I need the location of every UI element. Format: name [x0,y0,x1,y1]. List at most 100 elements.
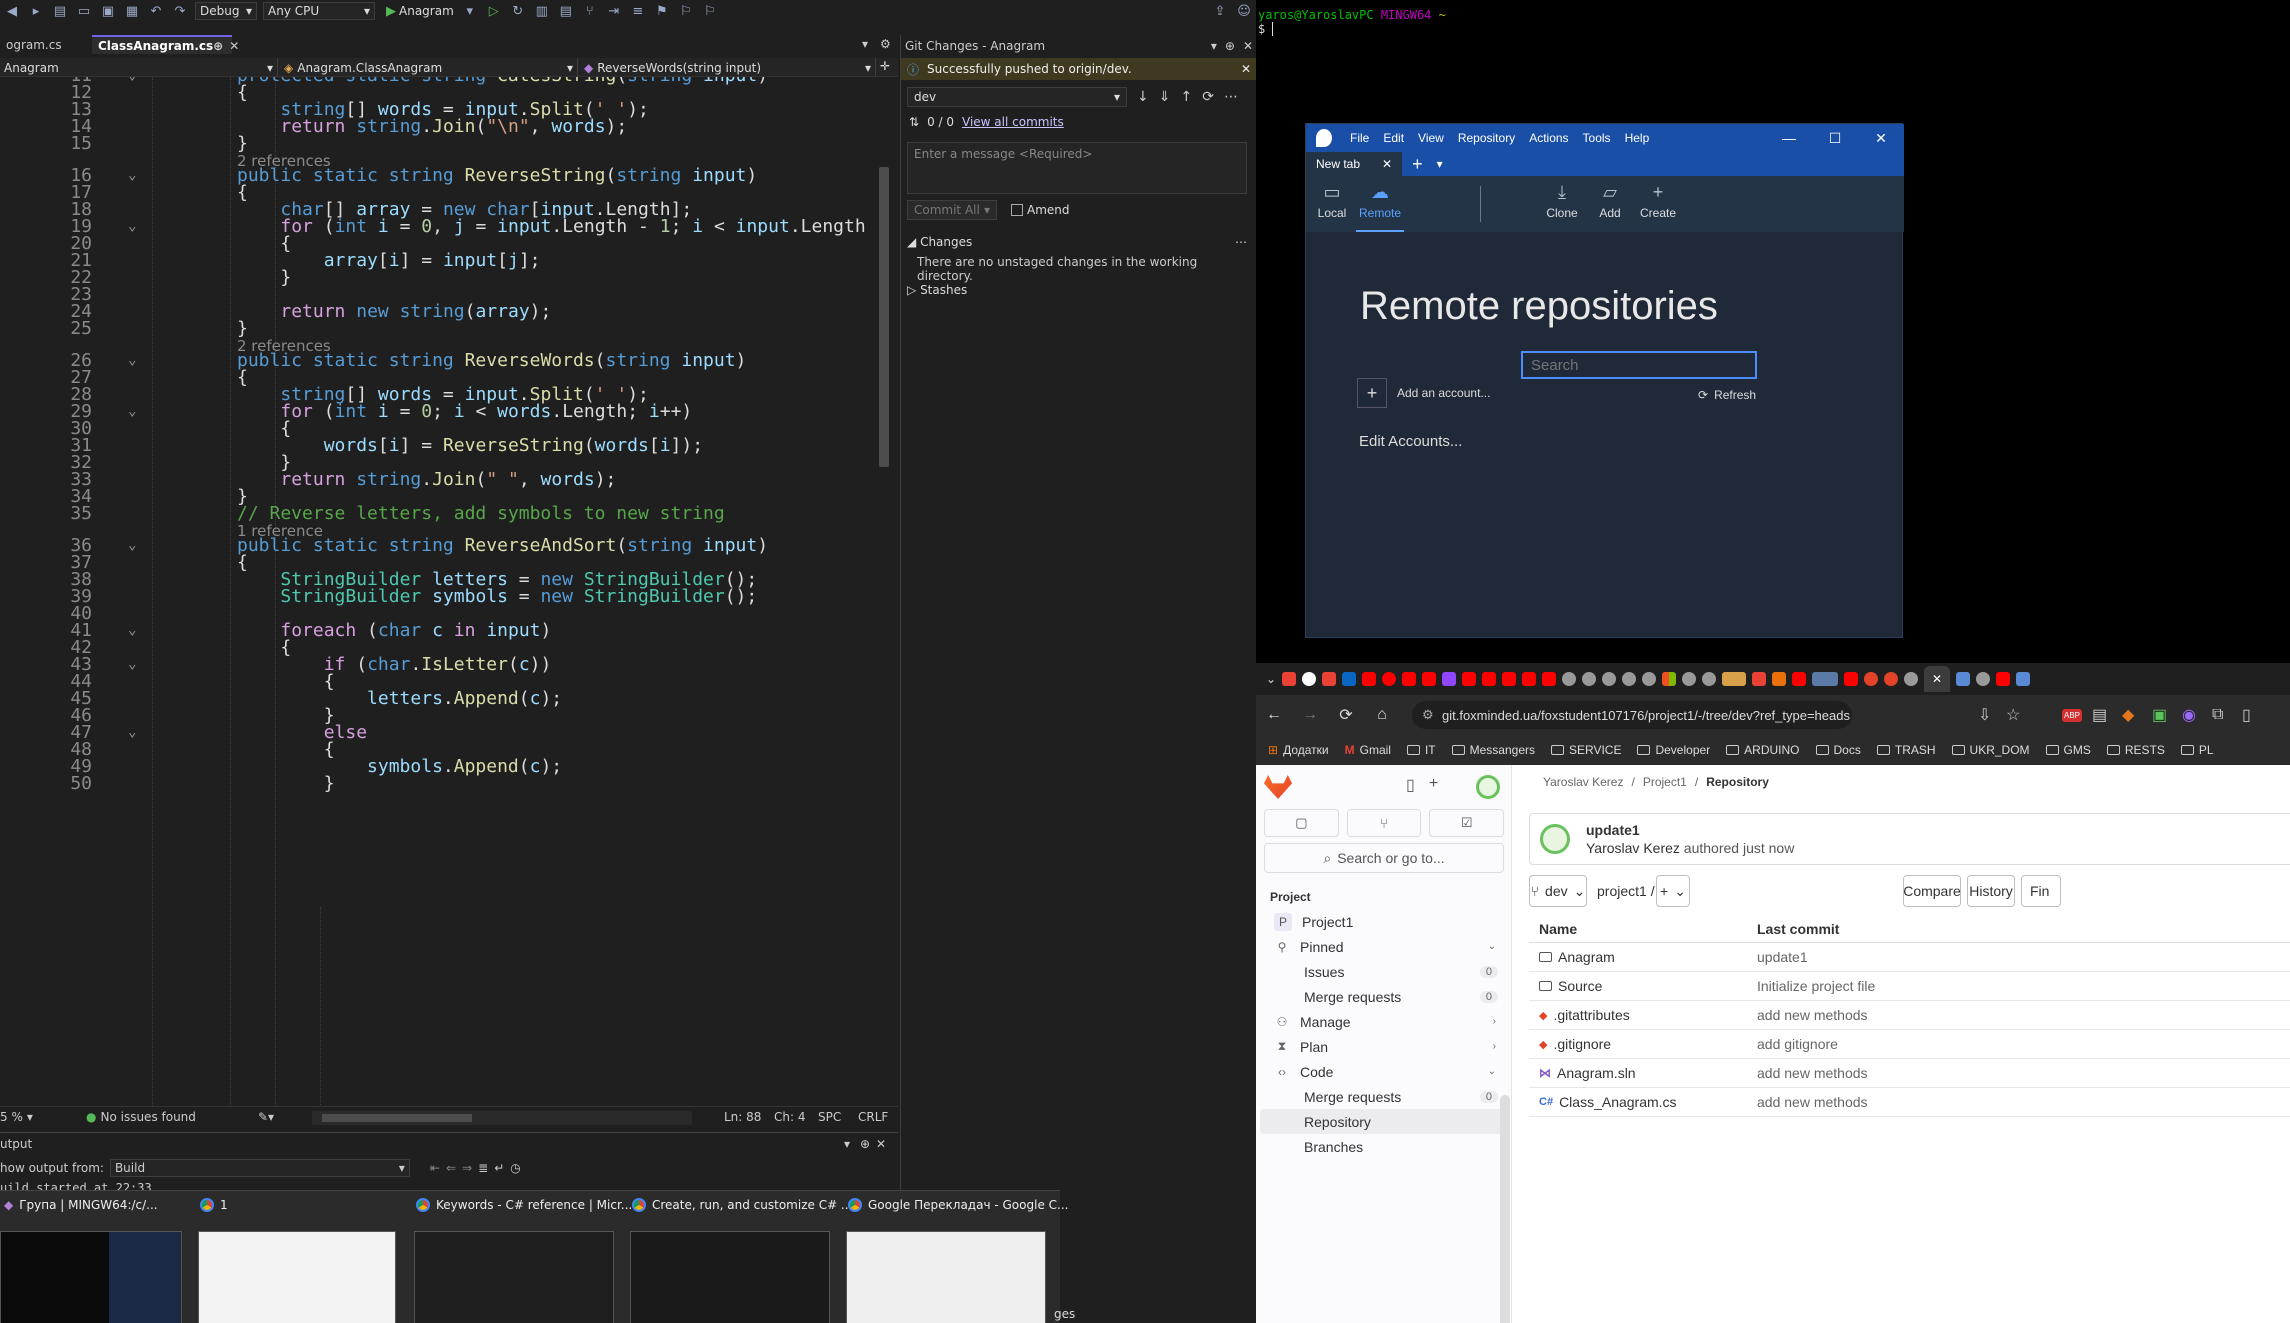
bookmark-folder-rests[interactable]: RESTS [2106,743,2165,757]
bookmark-folder-service[interactable]: SERVICE [1551,743,1621,757]
editor-scrollbar[interactable] [876,77,892,1106]
sidebar-scrollbar[interactable] [1500,1095,1510,1323]
scrollbar-thumb[interactable] [322,1114,472,1122]
forward-icon[interactable]: → [1292,706,1328,724]
globe-tab-icon[interactable] [1622,672,1637,686]
pin-icon[interactable]: ⊕ [213,39,223,53]
platform-dropdown[interactable]: Any CPU ▾ [263,2,375,20]
code-line[interactable]: } [237,267,291,288]
align-icon[interactable]: ≡ [629,3,647,19]
plus-icon[interactable]: + [1357,378,1387,408]
issues-indicator[interactable]: ● No issues found [86,1110,196,1124]
brush-icon[interactable]: ✎▾ [258,1110,274,1124]
fold-toggle-icon[interactable]: ⌄ [128,352,136,368]
taskbar-preview-mingw[interactable]: ◆ Група | MINGW64:/c/... [0,1191,190,1323]
start-button[interactable]: Anagram [399,4,454,18]
youtube-tab-icon[interactable] [1502,672,1517,686]
gitlab-logo-icon[interactable] [1264,775,1292,799]
fold-toggle-icon[interactable]: ⌄ [128,77,136,83]
home-icon[interactable]: ⌂ [1364,706,1400,724]
sidebar-item-plan[interactable]: ⧗ Plan › [1260,1034,1508,1059]
code-line[interactable]: public static string ReverseWords(string… [237,350,746,371]
branch-dropdown[interactable]: dev ▾ [907,87,1127,107]
remote-button[interactable]: ☁ Remote [1356,182,1404,232]
table-row[interactable]: Source Initialize project file [1529,972,2290,1001]
plus-icon[interactable]: + [1429,775,1438,795]
globe-tab-icon[interactable] [1642,672,1657,686]
maximize-icon[interactable]: ☐ [1812,124,1858,152]
whitespace-indicator[interactable]: SPC [818,1110,841,1124]
youtube-tab-icon[interactable] [1402,672,1417,686]
sidebar-item-merge-requests[interactable]: Merge requests 0 [1260,1084,1508,1109]
file-name-cell[interactable]: ◆ .gitignore [1539,1036,1611,1052]
menu-help[interactable]: Help [1625,131,1650,145]
edit-accounts-link[interactable]: Edit Accounts... [1359,433,1462,450]
terminal-input-line[interactable]: $ [1258,22,1281,36]
local-button[interactable]: ▭ Local [1308,182,1356,220]
fold-toggle-icon[interactable]: ⌄ [128,537,136,553]
code-line[interactable]: public static string ReverseString(strin… [237,165,757,186]
gitlab-tab-icon[interactable] [1884,672,1899,686]
config-dropdown[interactable]: Debug ▾ [195,2,257,20]
fold-toggle-icon[interactable]: ⌄ [128,167,136,183]
bookmark-gmail[interactable]: M Gmail [1345,743,1391,757]
file-name-cell[interactable]: Anagram [1539,949,1615,965]
adblock-icon[interactable]: ABP [2062,708,2083,722]
branch-switcher[interactable]: ⑂ dev ⌄ [1529,875,1587,907]
bookmark-folder-ukr-dom[interactable]: UKR_DOM [1951,743,2030,757]
microsoft-tab-icon[interactable] [1662,672,1677,686]
bookmark-folder-docs[interactable]: Docs [1815,743,1861,757]
taskbar-preview-create-run[interactable]: Create, run, and customize C# ... [628,1191,852,1323]
close-icon[interactable]: ✕ [229,39,239,53]
commit-message-input[interactable]: Enter a message <Required> [907,142,1247,194]
last-commit-message[interactable]: add gitignore [1757,1036,1838,1052]
avatar[interactable] [1476,775,1500,799]
sidebar-item-merge-requests[interactable]: Merge requests 0 [1260,984,1508,1009]
tab-icon[interactable] [1956,672,1971,686]
menu-file[interactable]: File [1350,131,1369,145]
more-icon[interactable]: ⋯ [1235,235,1247,249]
code-editor[interactable]: 11⌄protected static string CatesString(s… [0,77,880,1106]
find-icon[interactable]: ⇤ [430,1161,440,1175]
menu-tools[interactable]: Tools [1583,131,1611,145]
clear-icon[interactable]: ≣ [478,1161,488,1175]
address-bar[interactable]: ⚙ git.foxminded.ua/foxstudent107176/proje… [1412,701,1852,729]
redo-icon[interactable]: ↷ [171,3,189,19]
refresh-button[interactable]: ⟳ Refresh [1698,388,1756,402]
compare-button[interactable]: Compare [1903,875,1961,907]
amend-checkbox[interactable]: Amend [1011,203,1070,217]
line-indicator[interactable]: Ln: 88 [724,1110,761,1124]
bookmark-folder-it[interactable]: IT [1406,743,1436,757]
code-line[interactable]: return new string(array); [237,301,551,322]
fetch-icon[interactable]: ↓ [1137,89,1149,105]
youtube-tab-icon[interactable] [1542,672,1557,686]
globe-tab-icon[interactable] [1562,672,1577,686]
fold-toggle-icon[interactable]: ⌄ [128,622,136,638]
gitlab-tab-icon[interactable] [1864,672,1879,686]
gmail-tab-icon[interactable] [1282,672,1297,686]
chevron-down-icon[interactable]: ▾ [461,3,479,19]
fold-toggle-icon[interactable]: ⌄ [128,403,136,419]
reload-icon[interactable]: ⟳ [1328,705,1364,725]
gmail-tab-icon[interactable] [1322,672,1337,686]
find-file-button[interactable]: Fin [2021,875,2061,907]
install-icon[interactable]: ⇩ [1978,705,1991,725]
undo-icon[interactable]: ↶ [147,3,165,19]
bookmark-folder-messangers[interactable]: Messangers [1451,743,1535,757]
code-line[interactable]: for (int i = 0; i < words.Length; i++) [237,401,692,422]
bookmark-icon[interactable]: ⚑ [653,3,671,19]
stashes-section[interactable]: ▷ Stashes [907,283,967,297]
view-all-commits-link[interactable]: View all commits [962,115,1064,129]
column-indicator[interactable]: Ch: 4 [774,1110,805,1124]
zoom-level[interactable]: 5 % ▾ [0,1110,33,1124]
table-row[interactable]: ◆ .gitattributes add new methods [1529,1001,2290,1030]
save-icon[interactable]: ▣ [99,3,117,19]
code-line[interactable]: return string.Join("\n", words); [237,116,627,137]
github-tab-icon[interactable] [1302,672,1317,686]
close-icon[interactable]: ✕ [876,1137,886,1151]
add-account-row[interactable]: + Add an account... [1357,378,1490,408]
commit-all-button[interactable]: Commit All ▾ [907,200,997,220]
taskbar-preview-keywords[interactable]: Keywords - C# reference | Micr... [412,1191,632,1323]
youtube-tab-icon[interactable] [1996,672,2011,686]
table-row[interactable]: Anagram update1 [1529,943,2290,972]
